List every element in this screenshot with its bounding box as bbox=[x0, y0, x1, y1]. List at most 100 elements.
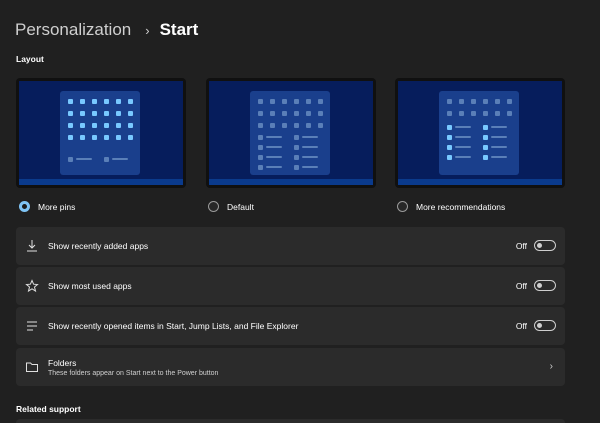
pin-tile bbox=[68, 157, 73, 162]
toggle-switch[interactable] bbox=[534, 320, 556, 331]
pin-tile bbox=[68, 135, 73, 140]
pin-tile bbox=[68, 99, 73, 104]
related-support-card[interactable] bbox=[16, 419, 565, 423]
pin-tile bbox=[104, 157, 109, 162]
layout-preview-more-recommendations[interactable] bbox=[395, 78, 565, 188]
page-title: Start bbox=[159, 20, 199, 39]
section-related-support-label: Related support bbox=[16, 404, 81, 414]
pin-tile bbox=[128, 135, 133, 140]
recommendation-line bbox=[266, 156, 282, 158]
preview-screen bbox=[398, 81, 562, 185]
pin-tile bbox=[92, 123, 97, 128]
pin-tile bbox=[294, 99, 299, 104]
pin-tile bbox=[68, 111, 73, 116]
recommendation-line bbox=[491, 136, 507, 138]
radio-label: More pins bbox=[38, 201, 76, 212]
pin-tile bbox=[68, 123, 73, 128]
pin-tile bbox=[447, 145, 452, 150]
recommendation-line bbox=[302, 146, 318, 148]
pin-tile bbox=[483, 125, 488, 130]
pin-tile bbox=[471, 111, 476, 116]
toggle-state-text: Off bbox=[515, 281, 527, 291]
setting-folders[interactable]: Folders These folders appear on Start ne… bbox=[16, 348, 565, 386]
preview-screen bbox=[19, 81, 183, 185]
toggle-knob bbox=[537, 323, 542, 328]
layout-preview-default[interactable] bbox=[206, 78, 376, 188]
recommendation-line bbox=[455, 126, 471, 128]
pin-tile bbox=[306, 123, 311, 128]
pin-tile bbox=[282, 123, 287, 128]
pin-tile bbox=[258, 111, 263, 116]
pin-tile bbox=[447, 99, 452, 104]
pin-tile bbox=[483, 155, 488, 160]
pin-tile bbox=[495, 111, 500, 116]
pin-tile bbox=[318, 99, 323, 104]
toggle-switch[interactable] bbox=[534, 240, 556, 251]
download-icon bbox=[27, 240, 37, 252]
taskbar-preview bbox=[19, 179, 183, 185]
radio-more-pins[interactable]: More pins bbox=[19, 201, 75, 212]
pin-tile bbox=[116, 111, 121, 116]
radio-button[interactable] bbox=[208, 201, 219, 212]
pin-tile bbox=[483, 135, 488, 140]
pin-tile bbox=[282, 99, 287, 104]
radio-default[interactable]: Default bbox=[208, 201, 254, 212]
recommendation-line bbox=[491, 126, 507, 128]
pin-tile bbox=[459, 111, 464, 116]
radio-button-selected[interactable] bbox=[19, 201, 30, 212]
pin-tile bbox=[92, 135, 97, 140]
pin-tile bbox=[104, 123, 109, 128]
radio-label: More recommendations bbox=[416, 201, 506, 212]
pin-tile bbox=[128, 111, 133, 116]
radio-label: Default bbox=[227, 201, 254, 212]
recommendation-line bbox=[455, 136, 471, 138]
pin-tile bbox=[294, 111, 299, 116]
pin-tile bbox=[116, 99, 121, 104]
pin-tile bbox=[258, 135, 263, 140]
pin-tile bbox=[258, 99, 263, 104]
pin-tile bbox=[258, 165, 263, 170]
radio-more-recommendations[interactable]: More recommendations bbox=[397, 201, 505, 212]
pin-tile bbox=[104, 111, 109, 116]
star-icon bbox=[25, 279, 39, 293]
pin-tile bbox=[447, 155, 452, 160]
toggle-knob bbox=[537, 243, 542, 248]
pin-tile bbox=[258, 155, 263, 160]
pin-tile bbox=[80, 111, 85, 116]
pin-tile bbox=[282, 111, 287, 116]
setting-recently-added-apps[interactable]: Show recently added apps Off bbox=[16, 227, 565, 265]
pin-tile bbox=[507, 99, 512, 104]
recommendation-line bbox=[302, 136, 318, 138]
pin-tile bbox=[318, 111, 323, 116]
pin-tile bbox=[294, 123, 299, 128]
layout-preview-more-pins[interactable] bbox=[16, 78, 186, 188]
pin-tile bbox=[306, 111, 311, 116]
setting-label: Show recently opened items in Start, Jum… bbox=[48, 321, 299, 331]
pin-tile bbox=[92, 99, 97, 104]
pin-tile bbox=[128, 99, 133, 104]
pin-tile bbox=[80, 123, 85, 128]
preview-screen bbox=[209, 81, 373, 185]
pin-tile bbox=[306, 99, 311, 104]
pin-tile bbox=[270, 111, 275, 116]
setting-label: Show most used apps bbox=[48, 281, 132, 291]
radio-button[interactable] bbox=[397, 201, 408, 212]
pin-tile bbox=[294, 135, 299, 140]
pin-tile bbox=[483, 99, 488, 104]
recommendation-line bbox=[491, 156, 507, 158]
pin-tile bbox=[104, 99, 109, 104]
setting-recently-opened-items[interactable]: Show recently opened items in Start, Jum… bbox=[16, 307, 565, 345]
toggle-state-text: Off bbox=[515, 321, 527, 331]
setting-most-used-apps[interactable]: Show most used apps Off bbox=[16, 267, 565, 305]
recommendation-line bbox=[455, 156, 471, 158]
list-icon bbox=[27, 321, 37, 331]
toggle-switch[interactable] bbox=[534, 280, 556, 291]
toggle-knob bbox=[537, 283, 542, 288]
recommendation-line bbox=[302, 166, 318, 168]
pin-tile bbox=[80, 135, 85, 140]
pin-tile bbox=[116, 123, 121, 128]
taskbar-preview bbox=[209, 179, 373, 185]
pin-tile bbox=[116, 135, 121, 140]
breadcrumb-personalization[interactable]: Personalization bbox=[15, 20, 131, 40]
recommendation-line bbox=[266, 166, 282, 168]
